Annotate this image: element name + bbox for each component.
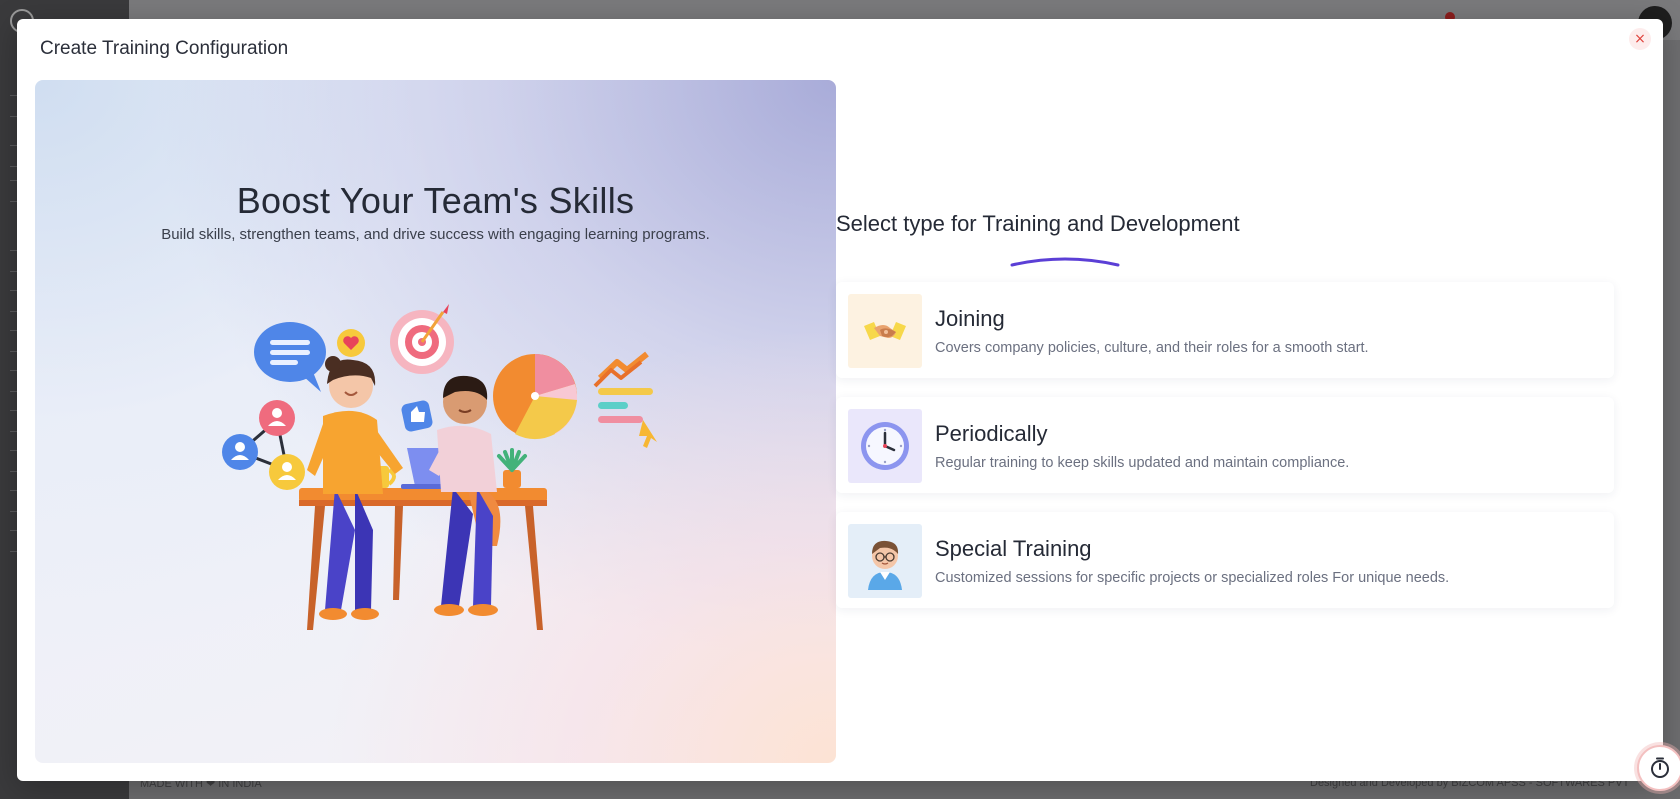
- training-type-heading: Select type for Training and Development: [836, 211, 1240, 236]
- clock-icon: [861, 422, 909, 470]
- trend-arrow-icon: [593, 351, 649, 388]
- heart-icon: [337, 329, 365, 357]
- card-title: Special Training: [935, 536, 1092, 561]
- thumbs-up-icon: [401, 400, 433, 432]
- card-description: Customized sessions for specific project…: [935, 570, 1450, 586]
- training-config-modal: Create Training Configuration × Boost Yo…: [17, 19, 1663, 781]
- card-description: Regular training to keep skills updated …: [935, 455, 1350, 471]
- training-type-card-joining[interactable]: Joining Covers company policies, culture…: [836, 282, 1614, 378]
- modal-title: Create Training Configuration: [40, 38, 289, 59]
- close-button[interactable]: ×: [1629, 28, 1651, 50]
- card-thumbnail: [848, 294, 922, 368]
- card-thumbnail: [848, 524, 922, 598]
- card-title: Periodically: [935, 421, 1048, 446]
- training-type-card-special-training[interactable]: Special Training Customized sessions for…: [836, 512, 1614, 608]
- person-avatar-icon: [868, 540, 902, 590]
- hero-panel: Boost Your Team's Skills Build skills, s…: [35, 80, 836, 763]
- card-description: Covers company policies, culture, and th…: [935, 340, 1369, 356]
- target-icon: [390, 304, 454, 374]
- heading-underline-decoration: [1010, 257, 1120, 267]
- training-type-card-periodically[interactable]: Periodically Regular training to keep sk…: [836, 397, 1614, 493]
- card-thumbnail: [848, 409, 922, 483]
- hero-title: Boost Your Team's Skills: [236, 180, 635, 221]
- team-network-icon: [222, 400, 305, 490]
- team-collaboration-illustration: [222, 304, 657, 630]
- hero-subtitle: Build skills, strengthen teams, and driv…: [161, 226, 710, 243]
- handshake-icon: [864, 322, 906, 340]
- chat-bubble-icon: [254, 322, 326, 392]
- bar-lines-icon: [598, 388, 657, 448]
- timer-floating-button[interactable]: [1637, 745, 1680, 791]
- card-title: Joining: [935, 306, 1005, 331]
- pie-chart-icon: [493, 354, 578, 440]
- stopwatch-icon: [1651, 757, 1669, 778]
- plant-illustration: [497, 448, 527, 488]
